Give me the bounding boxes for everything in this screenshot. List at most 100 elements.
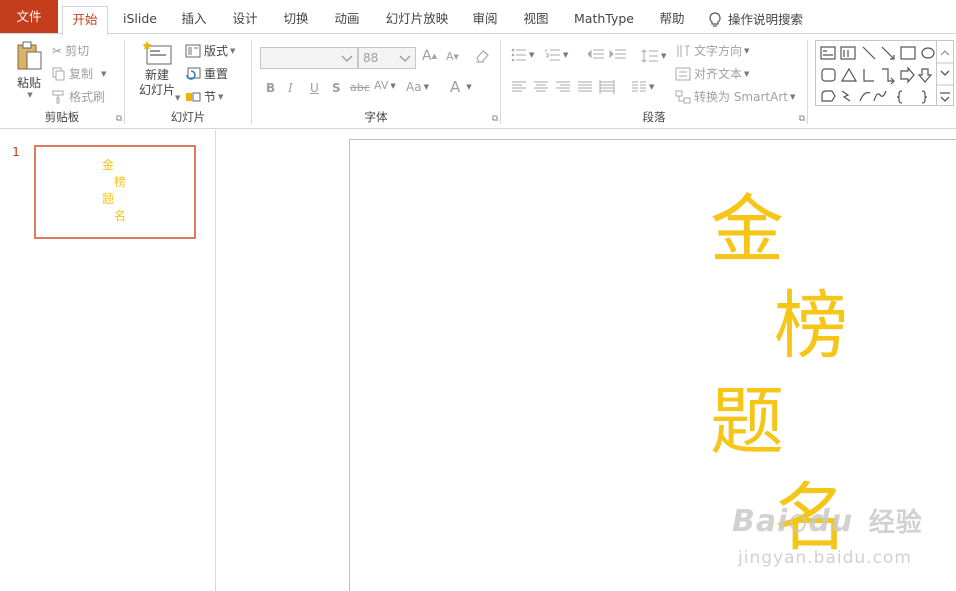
- slides-group-label: 幻灯片: [170, 110, 206, 124]
- paste-button[interactable]: 粘贴 ▼: [10, 40, 48, 106]
- justify-icon: [578, 81, 592, 92]
- slide-char-1[interactable]: 金: [710, 190, 784, 270]
- bullets-icon: [511, 48, 526, 62]
- font-size-dropdown[interactable]: 88: [358, 47, 416, 69]
- clipboard-group-label: 剪贴板: [44, 110, 80, 124]
- copy-button[interactable]: 复制 ▼: [52, 65, 106, 82]
- align-text-button[interactable]: 对齐文本 ▼: [675, 65, 749, 82]
- layout-icon: [185, 44, 201, 57]
- font-name-dropdown[interactable]: [260, 47, 358, 69]
- reset-button[interactable]: 重置: [185, 65, 228, 82]
- chevron-down-icon: [399, 55, 411, 62]
- align-text-label: 对齐文本: [694, 67, 743, 81]
- bold-button[interactable]: B: [266, 81, 275, 95]
- reset-icon: [186, 67, 201, 80]
- change-case-button[interactable]: Aa ▼: [406, 80, 429, 94]
- shrink-font-button[interactable]: A ▼: [446, 50, 459, 63]
- paw-icon: [790, 513, 807, 532]
- chevron-down-icon: ▼: [230, 46, 236, 55]
- tab-mathtype[interactable]: MathType: [571, 6, 637, 34]
- tell-me-label: 操作说明搜索: [728, 12, 804, 27]
- chevron-down-icon: ▼: [101, 69, 107, 78]
- section-label: 节: [204, 90, 217, 104]
- italic-button[interactable]: I: [288, 81, 293, 95]
- shapes-gallery-icons: [820, 46, 935, 104]
- layout-button[interactable]: 版式 ▼: [185, 42, 235, 59]
- slide-thumbnail-1[interactable]: 金 榜 题 名: [34, 145, 196, 239]
- format-painter-button[interactable]: 格式刷: [52, 88, 105, 105]
- watermark-brand-du: du: [808, 504, 854, 539]
- tab-home[interactable]: 开始: [62, 6, 108, 35]
- font-color-button[interactable]: A ▼: [450, 78, 472, 96]
- columns-button[interactable]: ▼: [631, 81, 654, 93]
- convert-smartart-button[interactable]: 转换为 SmartArt ▼: [675, 88, 795, 105]
- paste-label: 粘贴: [16, 76, 41, 90]
- tab-design[interactable]: 设计: [229, 6, 261, 34]
- thumb-char-2: 榜: [114, 175, 127, 189]
- group-clipboard: 粘贴 ▼ ✂ 剪切 复制 ▼ 格式刷 剪贴板 ⧉: [0, 34, 124, 128]
- character-spacing-label: AV: [374, 79, 389, 92]
- tab-slideshow[interactable]: 幻灯片放映: [384, 6, 450, 34]
- numbering-icon: [545, 49, 560, 61]
- watermark-logo: Bai du 经验: [732, 502, 923, 539]
- watermark-url: jingyan.baidu.com: [738, 548, 912, 568]
- smartart-icon: [675, 90, 691, 103]
- clear-formatting-button[interactable]: [474, 48, 490, 64]
- grow-font-button[interactable]: A ▲: [422, 48, 437, 64]
- chevron-down-icon: ▼: [744, 46, 750, 55]
- paragraph-group-label: 段落: [642, 110, 666, 124]
- align-right-button[interactable]: [555, 81, 571, 93]
- tab-file[interactable]: 文件: [0, 0, 58, 34]
- slide-thumbnails-pane: 1 金 榜 题 名: [0, 130, 216, 591]
- thumb-char-3: 题: [102, 192, 115, 206]
- tab-islide[interactable]: iSlide: [120, 6, 160, 34]
- slide-char-2[interactable]: 榜: [774, 286, 848, 366]
- chevron-down-icon: ▼: [789, 92, 796, 101]
- bullets-button[interactable]: ▼: [511, 48, 534, 62]
- cut-button[interactable]: ✂ 剪切: [52, 42, 89, 59]
- dialog-launcher-icon[interactable]: ⧉: [116, 114, 122, 124]
- decrease-indent-icon: [587, 49, 604, 59]
- increase-indent-button[interactable]: [609, 48, 627, 62]
- tab-animations[interactable]: 动画: [331, 6, 363, 34]
- font-group-label: 字体: [364, 110, 388, 124]
- distributed-icon: [599, 80, 615, 94]
- tab-review[interactable]: 审阅: [469, 6, 501, 34]
- shadow-button[interactable]: S: [332, 81, 341, 95]
- convert-smartart-label: 转换为 SmartArt: [694, 90, 788, 104]
- numbering-button[interactable]: ▼: [545, 48, 568, 62]
- section-button[interactable]: 节 ▼: [185, 88, 223, 105]
- text-direction-button[interactable]: 文字方向 ▼: [675, 42, 749, 59]
- shapes-gallery-scroll[interactable]: [937, 40, 954, 106]
- strikethrough-button[interactable]: abc: [350, 81, 370, 94]
- align-center-button[interactable]: [533, 81, 549, 93]
- chevron-down-icon: ▼: [744, 69, 750, 78]
- group-divider: [807, 40, 808, 124]
- line-spacing-button[interactable]: ▼: [641, 48, 666, 64]
- tab-view[interactable]: 视图: [520, 6, 552, 34]
- decrease-indent-button[interactable]: [587, 48, 605, 62]
- align-left-icon: [512, 81, 526, 92]
- font-color-label: A: [450, 78, 461, 96]
- layout-label: 版式: [204, 44, 229, 58]
- tab-help[interactable]: 帮助: [656, 6, 688, 34]
- underline-button[interactable]: U: [310, 81, 319, 95]
- distributed-button[interactable]: [599, 79, 615, 95]
- ribbon-tabs: 文件 开始 iSlide 插入 设计 切换 动画 幻灯片放映 审阅 视图 Mat…: [0, 0, 956, 35]
- slide-char-3[interactable]: 题: [710, 382, 784, 462]
- align-left-button[interactable]: [511, 81, 527, 93]
- new-slide-button[interactable]: 新建 幻灯片: [133, 40, 181, 108]
- dialog-launcher-icon[interactable]: ⧉: [799, 114, 805, 124]
- lightbulb-icon: [709, 12, 721, 27]
- tab-transitions[interactable]: 切换: [280, 6, 312, 34]
- tab-insert[interactable]: 插入: [178, 6, 210, 34]
- chevron-down-icon: ▼: [218, 92, 224, 101]
- thumb-char-1: 金: [102, 158, 115, 172]
- justify-button[interactable]: [577, 81, 593, 93]
- shapes-gallery[interactable]: [815, 40, 937, 106]
- tell-me-search[interactable]: 操作说明搜索: [708, 6, 818, 34]
- character-spacing-button[interactable]: AV ▼: [374, 79, 396, 92]
- dialog-launcher-icon[interactable]: ⧉: [492, 114, 498, 124]
- chevron-down-icon[interactable]: ▼: [175, 94, 180, 102]
- reset-label: 重置: [204, 67, 229, 81]
